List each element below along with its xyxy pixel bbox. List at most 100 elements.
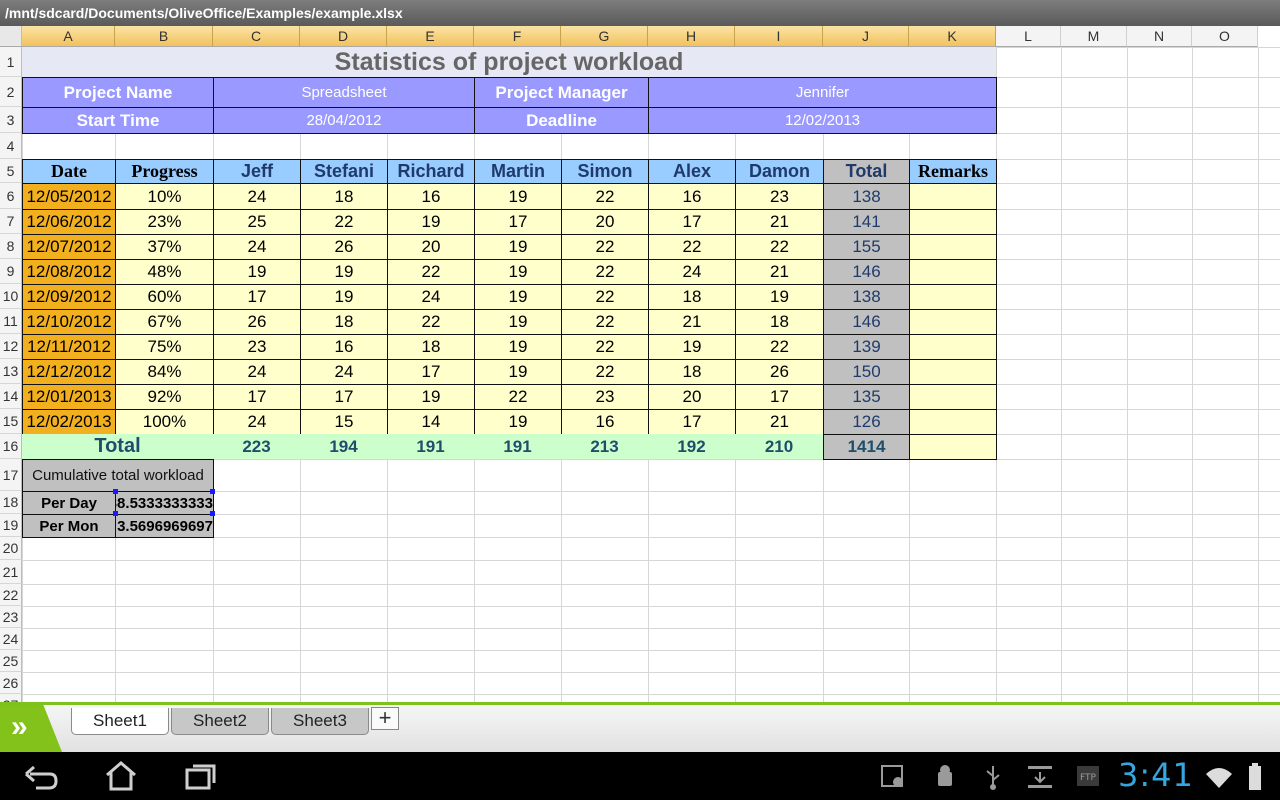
data-cell-jeff[interactable]: 24 bbox=[213, 359, 301, 385]
data-cell-damon[interactable]: 21 bbox=[735, 259, 824, 285]
data-cell-remarks[interactable] bbox=[909, 259, 997, 285]
row-header-21[interactable]: 21 bbox=[0, 560, 22, 584]
data-cell-damon[interactable]: 26 bbox=[735, 359, 824, 385]
data-cell-progress[interactable]: 60% bbox=[115, 284, 214, 310]
data-cell-stefani[interactable]: 18 bbox=[300, 183, 388, 210]
data-cell-jeff[interactable]: 19 bbox=[213, 259, 301, 285]
per-day-label[interactable]: Per Day bbox=[22, 491, 116, 515]
data-cell-simon[interactable]: 22 bbox=[561, 359, 649, 385]
column-header-o[interactable]: O bbox=[1192, 26, 1258, 47]
data-cell-progress[interactable]: 75% bbox=[115, 334, 214, 360]
row-header-22[interactable]: 22 bbox=[0, 584, 22, 606]
data-cell-stefani[interactable]: 19 bbox=[300, 284, 388, 310]
data-cell-stefani[interactable]: 19 bbox=[300, 259, 388, 285]
data-cell-jeff[interactable]: 24 bbox=[213, 183, 301, 210]
data-cell-alex[interactable]: 16 bbox=[648, 183, 736, 210]
data-cell-total[interactable]: 139 bbox=[823, 334, 910, 360]
column-header-c[interactable]: C bbox=[213, 26, 300, 47]
row-header-24[interactable]: 24 bbox=[0, 628, 22, 650]
data-cell-stefani[interactable]: 18 bbox=[300, 309, 388, 335]
data-cell-jeff[interactable]: 17 bbox=[213, 384, 301, 410]
total-richard[interactable]: 191 bbox=[387, 434, 474, 459]
data-cell-jeff[interactable]: 25 bbox=[213, 209, 301, 235]
data-cell-simon[interactable]: 20 bbox=[561, 209, 649, 235]
data-cell-total[interactable]: 135 bbox=[823, 384, 910, 410]
data-cell-progress[interactable]: 100% bbox=[115, 409, 214, 435]
data-cell-progress[interactable]: 23% bbox=[115, 209, 214, 235]
data-cell-richard[interactable]: 14 bbox=[387, 409, 475, 435]
data-cell-stefani[interactable]: 17 bbox=[300, 384, 388, 410]
header-total[interactable]: Total bbox=[823, 159, 910, 184]
data-cell-richard[interactable]: 17 bbox=[387, 359, 475, 385]
data-cell-damon[interactable]: 21 bbox=[735, 209, 824, 235]
data-cell-alex[interactable]: 18 bbox=[648, 284, 736, 310]
data-cell-total[interactable]: 141 bbox=[823, 209, 910, 235]
row-header-26[interactable]: 26 bbox=[0, 672, 22, 694]
recent-apps-icon[interactable] bbox=[184, 760, 218, 792]
data-cell-alex[interactable]: 17 bbox=[648, 209, 736, 235]
row-header-3[interactable]: 3 bbox=[0, 107, 22, 133]
header-remarks[interactable]: Remarks bbox=[909, 159, 997, 184]
data-cell-alex[interactable]: 19 bbox=[648, 334, 736, 360]
column-header-g[interactable]: G bbox=[561, 26, 648, 47]
column-header-l[interactable]: L bbox=[996, 26, 1061, 47]
data-cell-martin[interactable]: 19 bbox=[474, 409, 562, 435]
total-row-label[interactable]: Total bbox=[22, 434, 213, 459]
total-remarks[interactable] bbox=[909, 434, 997, 460]
total-alex[interactable]: 192 bbox=[648, 434, 735, 459]
total-simon[interactable]: 213 bbox=[561, 434, 648, 459]
data-cell-total[interactable]: 138 bbox=[823, 284, 910, 310]
data-cell-date[interactable]: 12/09/2012 bbox=[22, 284, 116, 310]
row-header-11[interactable]: 11 bbox=[0, 309, 22, 334]
data-cell-progress[interactable]: 92% bbox=[115, 384, 214, 410]
row-header-8[interactable]: 8 bbox=[0, 234, 22, 259]
row-header-2[interactable]: 2 bbox=[0, 77, 22, 107]
header-richard[interactable]: Richard bbox=[387, 159, 475, 184]
data-cell-damon[interactable]: 17 bbox=[735, 384, 824, 410]
data-cell-damon[interactable]: 22 bbox=[735, 334, 824, 360]
row-header-13[interactable]: 13 bbox=[0, 359, 22, 384]
data-cell-date[interactable]: 12/02/2013 bbox=[22, 409, 116, 435]
data-cell-remarks[interactable] bbox=[909, 309, 997, 335]
column-header-k[interactable]: K bbox=[909, 26, 996, 47]
data-cell-martin[interactable]: 19 bbox=[474, 334, 562, 360]
tab-sheet2[interactable]: Sheet2 bbox=[171, 708, 269, 735]
column-header-i[interactable]: I bbox=[735, 26, 823, 47]
data-cell-total[interactable]: 146 bbox=[823, 259, 910, 285]
data-cell-simon[interactable]: 22 bbox=[561, 284, 649, 310]
data-cell-martin[interactable]: 22 bbox=[474, 384, 562, 410]
data-cell-martin[interactable]: 19 bbox=[474, 234, 562, 260]
data-cell-remarks[interactable] bbox=[909, 209, 997, 235]
project-manager-value[interactable]: Jennifer bbox=[648, 77, 997, 108]
row-header-14[interactable]: 14 bbox=[0, 384, 22, 409]
row-header-7[interactable]: 7 bbox=[0, 209, 22, 234]
data-cell-total[interactable]: 150 bbox=[823, 359, 910, 385]
data-cell-remarks[interactable] bbox=[909, 409, 997, 435]
tab-sheet1[interactable]: Sheet1 bbox=[71, 708, 169, 735]
data-cell-remarks[interactable] bbox=[909, 183, 997, 210]
data-cell-progress[interactable]: 67% bbox=[115, 309, 214, 335]
data-cell-martin[interactable]: 19 bbox=[474, 284, 562, 310]
row-header-20[interactable]: 20 bbox=[0, 537, 22, 560]
row-header-23[interactable]: 23 bbox=[0, 606, 22, 628]
total-damon[interactable]: 210 bbox=[735, 434, 823, 459]
data-cell-remarks[interactable] bbox=[909, 359, 997, 385]
data-cell-simon[interactable]: 22 bbox=[561, 309, 649, 335]
data-cell-alex[interactable]: 18 bbox=[648, 359, 736, 385]
data-cell-simon[interactable]: 23 bbox=[561, 384, 649, 410]
row-header-4[interactable]: 4 bbox=[0, 133, 22, 159]
add-sheet-button[interactable]: + bbox=[371, 707, 399, 730]
data-cell-jeff[interactable]: 23 bbox=[213, 334, 301, 360]
row-header-9[interactable]: 9 bbox=[0, 259, 22, 284]
sheet-title-cell[interactable]: Statistics of project workload bbox=[22, 47, 996, 77]
data-cell-richard[interactable]: 16 bbox=[387, 183, 475, 210]
data-cell-jeff[interactable]: 24 bbox=[213, 409, 301, 435]
deadline-value[interactable]: 12/02/2013 bbox=[648, 107, 997, 134]
data-cell-alex[interactable]: 20 bbox=[648, 384, 736, 410]
row-header-10[interactable]: 10 bbox=[0, 284, 22, 309]
select-all-corner[interactable] bbox=[0, 26, 22, 47]
column-header-b[interactable]: B bbox=[115, 26, 213, 47]
row-header-25[interactable]: 25 bbox=[0, 650, 22, 672]
column-header-a[interactable]: A bbox=[22, 26, 115, 47]
data-cell-total[interactable]: 138 bbox=[823, 183, 910, 210]
